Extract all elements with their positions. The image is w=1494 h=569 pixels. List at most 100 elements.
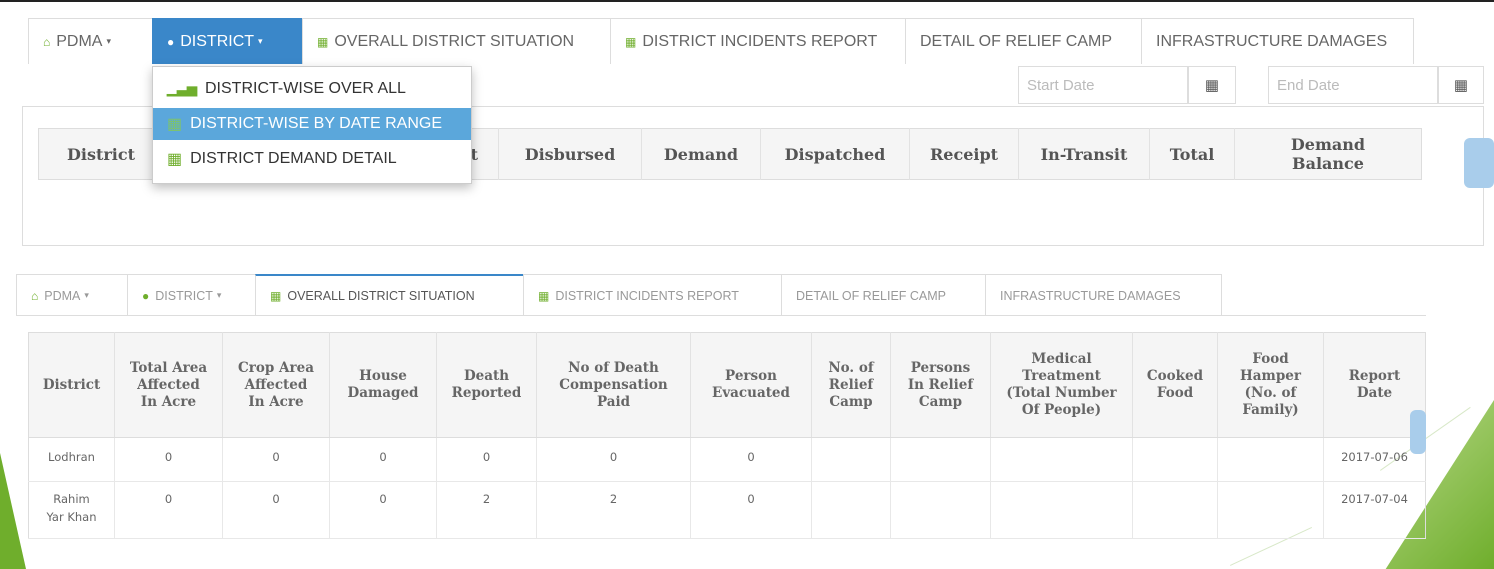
calendar-icon: ▦ [317, 34, 329, 49]
header-line: Date [1356, 385, 1393, 401]
bottom-tab-underline [16, 315, 1426, 316]
header-line: Of People) [1021, 402, 1102, 418]
end-date-input[interactable]: End Date [1268, 66, 1438, 104]
tab-label: INFRASTRUCTURE DAMAGES [1000, 288, 1181, 303]
calendar-icon: ▦ [167, 151, 183, 168]
tab-overall-district-situation[interactable]: ▦ OVERALL DISTRICT SITUATION [255, 274, 524, 316]
calendar-icon: ▦ [167, 116, 183, 133]
chevron-down-icon: ▾ [84, 290, 89, 300]
column-header-food-hamper: Food Hamper (No. of Family) [1217, 332, 1324, 438]
end-date-calendar-button[interactable]: ▦ [1438, 66, 1484, 104]
header-line: Family) [1242, 402, 1299, 418]
column-header-medical-treatment: Medical Treatment (Total Number Of Peopl… [990, 332, 1133, 438]
column-header: Dispatched [760, 128, 910, 180]
calendar-icon: ▦ [1204, 77, 1220, 94]
tab-district-incidents-report[interactable]: ▦ DISTRICT INCIDENTS REPORT [523, 274, 782, 316]
header-line: Evacuated [712, 385, 790, 401]
tab-pdma[interactable]: ⌂ PDMA ▾ [16, 274, 128, 316]
table-cell [1217, 481, 1324, 539]
calendar-icon: ▦ [1453, 77, 1469, 94]
column-header: In-Transit [1018, 128, 1150, 180]
header-line: (No. of [1244, 385, 1297, 401]
tab-district[interactable]: ● DISTRICT ▾ [127, 274, 256, 316]
menu-item-district-wise-overall[interactable]: ▁▃▅ DISTRICT-WISE OVER ALL [153, 73, 471, 105]
table-cell: 0 [329, 437, 437, 482]
home-icon: ⌂ [31, 288, 39, 303]
header-line: Camp [918, 393, 963, 410]
column-header-house-damaged: House Damaged [329, 332, 437, 438]
chevron-down-icon: ▾ [106, 36, 112, 46]
tab-pdma[interactable]: ⌂ PDMA ▾ [28, 18, 153, 64]
menu-item-label: DISTRICT-WISE OVER ALL [205, 80, 406, 97]
header-line: In Acre [248, 393, 304, 410]
column-header-persons-in-relief-camp: Persons In Relief Camp [890, 332, 991, 438]
table-cell: 0 [536, 437, 691, 482]
tab-label: DISTRICT [180, 32, 255, 50]
table-cell [1132, 437, 1218, 482]
table-cell: 0 [114, 437, 223, 482]
table-cell: 0 [329, 481, 437, 539]
tab-detail-of-relief-camp[interactable]: DETAIL OF RELIEF CAMP [905, 18, 1142, 64]
scroll-side-handle[interactable] [1410, 410, 1426, 454]
table-row: Rahim Yar Khan 0 0 0 2 2 0 2017-07-04 [28, 481, 1426, 539]
table-cell: 0 [436, 437, 537, 482]
overall-district-situation-table: District Total Area Affected In Acre Cro… [28, 332, 1426, 539]
header-line: Total Area [129, 359, 208, 376]
table-cell [811, 481, 891, 539]
tab-label: DETAIL OF RELIEF CAMP [796, 288, 947, 303]
header-line: In Acre [140, 393, 197, 410]
menu-item-district-demand-detail[interactable]: ▦ DISTRICT DEMAND DETAIL [153, 143, 471, 175]
tab-infrastructure-damages[interactable]: INFRASTRUCTURE DAMAGES [1141, 18, 1414, 64]
tab-label: INFRASTRUCTURE DAMAGES [1156, 32, 1388, 50]
start-date-placeholder: Start Date [1027, 76, 1095, 94]
bottom-nav-tabs: ⌂ PDMA ▾ ● DISTRICT ▾ ▦ OVERALL DISTRICT… [16, 274, 1222, 316]
tab-label: PDMA [56, 32, 103, 50]
district-name-line: Rahim [53, 492, 90, 506]
table-cell: 0 [222, 481, 330, 539]
header-line: Affected [244, 376, 308, 393]
column-header-district: District [28, 332, 115, 438]
header-line: No. of [828, 359, 874, 376]
tab-label: DISTRICT INCIDENTS REPORT [642, 32, 878, 50]
column-header-crop-area: Crop Area Affected In Acre [222, 332, 330, 438]
calendar-icon: ▦ [625, 34, 637, 49]
header-line: Persons [910, 359, 971, 376]
tab-district[interactable]: ● DISTRICT ▾ [152, 18, 303, 64]
table-cell: 0 [114, 481, 223, 539]
menu-item-label: DISTRICT-WISE BY DATE RANGE [190, 115, 443, 132]
start-date-input[interactable]: Start Date [1018, 66, 1188, 104]
tab-infrastructure-damages[interactable]: INFRASTRUCTURE DAMAGES [985, 274, 1222, 316]
column-header: Demand Balance [1234, 128, 1422, 180]
tab-detail-of-relief-camp[interactable]: DETAIL OF RELIEF CAMP [781, 274, 986, 316]
table-cell [811, 437, 891, 482]
header-line: Crop Area [238, 359, 314, 376]
table-cell: 2 [436, 481, 537, 539]
header-line: Camp [829, 393, 873, 410]
tab-label: PDMA [44, 288, 81, 303]
table-header-row: District Total Area Affected In Acre Cro… [28, 332, 1426, 438]
scroll-side-handle[interactable] [1464, 138, 1494, 188]
column-header: District [38, 128, 158, 180]
header-line: Treatment [1022, 368, 1101, 384]
table-cell [1132, 481, 1218, 539]
column-header-total-area: Total Area Affected In Acre [114, 332, 223, 438]
table-cell: 2017-07-04 [1323, 481, 1426, 539]
header-line: Person [725, 368, 777, 384]
header-line: Affected [137, 376, 200, 393]
chevron-down-icon: ▾ [258, 36, 263, 46]
tab-label: OVERALL DISTRICT SITUATION [287, 289, 475, 303]
header-line: Medical [1031, 351, 1092, 367]
table-cell: 0 [690, 481, 812, 539]
table-cell [1217, 437, 1324, 482]
menu-item-district-wise-by-date-range[interactable]: ▦ DISTRICT-WISE BY DATE RANGE [153, 108, 471, 140]
bar-chart-icon: ▁▃▅ [167, 81, 197, 96]
column-header-person-evacuated: Person Evacuated [690, 332, 812, 438]
end-date-placeholder: End Date [1277, 76, 1340, 94]
start-date-calendar-button[interactable]: ▦ [1188, 66, 1236, 104]
column-header-cooked-food: Cooked Food [1132, 332, 1218, 438]
tab-overall-district-situation[interactable]: ▦ OVERALL DISTRICT SITUATION [302, 18, 611, 64]
calendar-icon: ▦ [538, 288, 550, 303]
header-line: Paid [596, 393, 631, 410]
tab-district-incidents-report[interactable]: ▦ DISTRICT INCIDENTS REPORT [610, 18, 906, 64]
home-icon: ⌂ [43, 34, 51, 49]
